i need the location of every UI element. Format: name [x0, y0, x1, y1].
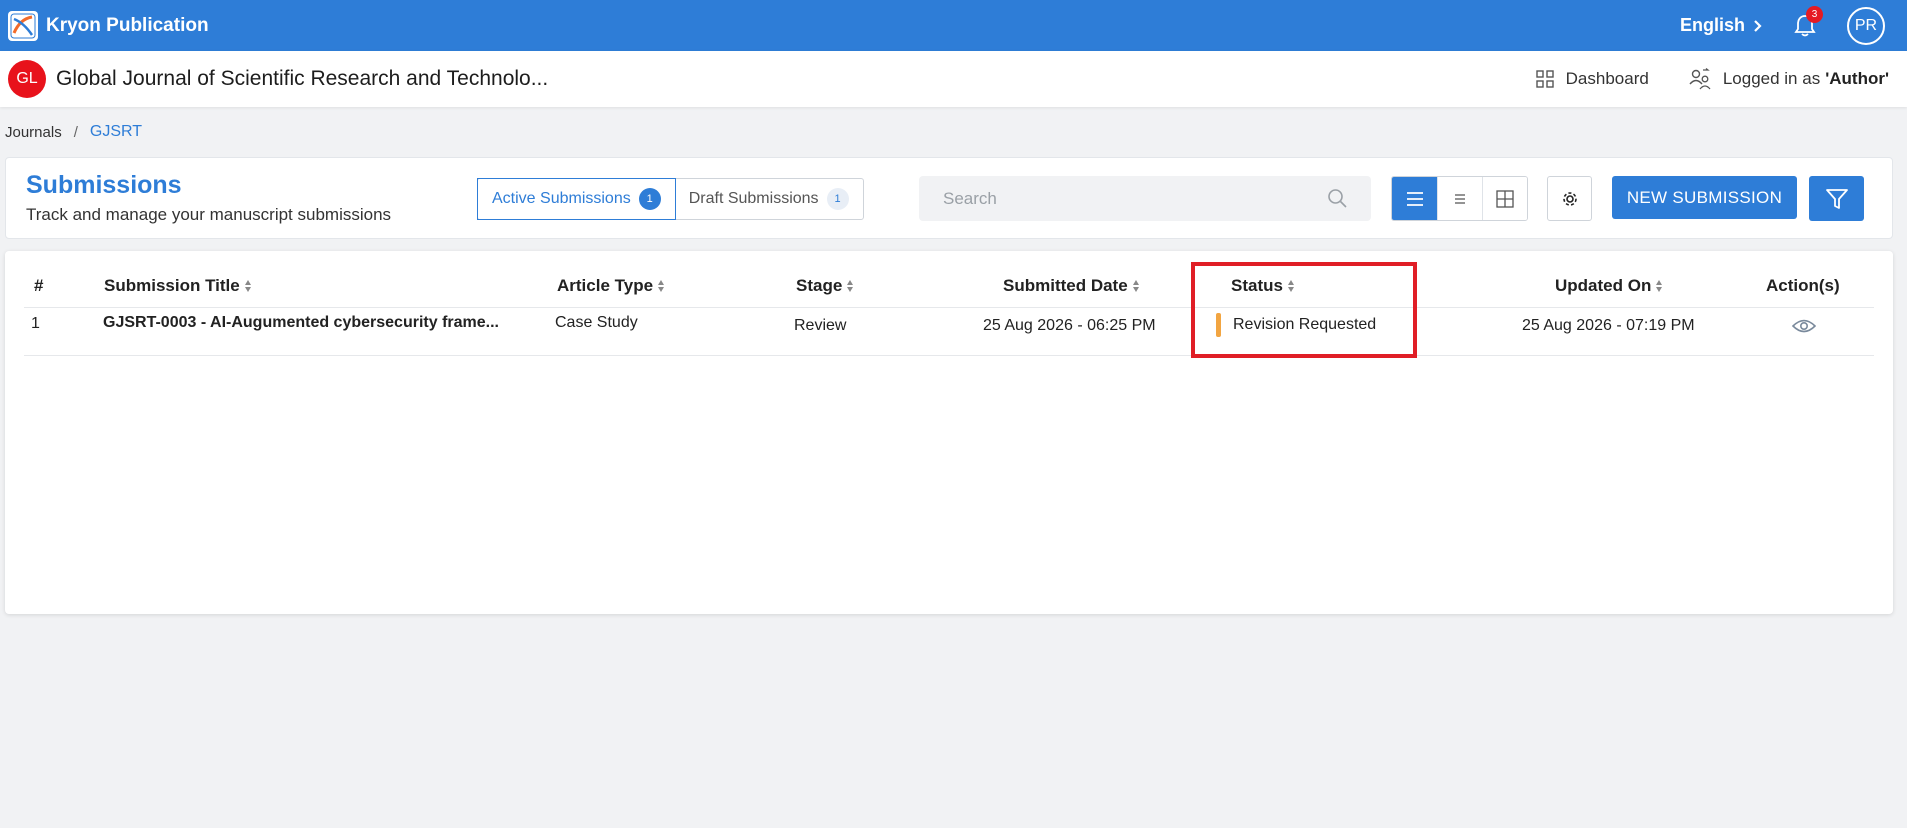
filter-icon	[1825, 188, 1848, 209]
gear-icon	[1562, 191, 1577, 206]
breadcrumb-journals[interactable]: Journals	[5, 124, 62, 141]
tab-count-badge: 1	[638, 188, 661, 210]
tab-draft-submissions[interactable]: Draft Submissions 1	[675, 179, 863, 219]
submissions-table: # Submission Title Article Type Stage Su…	[5, 251, 1893, 614]
row-divider	[24, 355, 1874, 356]
page-title: Submissions	[26, 171, 182, 199]
column-label: #	[34, 276, 44, 295]
dashboard-link[interactable]: Dashboard	[1535, 69, 1649, 89]
journal-logo: GL	[8, 60, 46, 98]
column-header-title[interactable]: Submission Title	[104, 276, 252, 296]
column-label: Action(s)	[1766, 276, 1840, 295]
breadcrumb-separator: /	[73, 123, 78, 141]
column-label: Article Type	[557, 276, 654, 295]
column-header-article-type[interactable]: Article Type	[557, 276, 665, 296]
view-eye-icon[interactable]	[1792, 318, 1816, 334]
submission-tabs: Active Submissions 1 Draft Submissions 1	[477, 178, 864, 220]
logged-in-role: Logged in as 'Author'	[1689, 68, 1889, 90]
column-label: Submission Title	[104, 276, 240, 295]
filter-button[interactable]	[1809, 176, 1864, 221]
column-header-updated-on[interactable]: Updated On	[1555, 276, 1663, 296]
new-submission-button[interactable]: NEW SUBMISSION	[1612, 176, 1797, 219]
sort-icon	[658, 280, 665, 292]
row-title[interactable]: GJSRT-0003 - AI-Augumented cybersecurity…	[103, 314, 499, 332]
language-selector[interactable]: English	[1680, 15, 1763, 36]
column-header-actions: Action(s)	[1766, 276, 1840, 296]
logged-in-prefix: Logged in as	[1722, 69, 1821, 88]
search-icon[interactable]	[1327, 188, 1347, 208]
breadcrumb: Journals / GJSRT	[5, 123, 142, 141]
status-highlight-box	[1191, 262, 1417, 358]
submissions-toolbar: Submissions Track and manage your manusc…	[5, 157, 1893, 239]
sort-icon	[1656, 280, 1663, 292]
sort-icon	[847, 280, 854, 292]
row-updated-on: 25 Aug 2026 - 07:19 PM	[1522, 317, 1695, 334]
breadcrumb-gjsrt[interactable]: GJSRT	[90, 123, 142, 141]
search-input[interactable]	[919, 188, 1309, 209]
row-article-type: Case Study	[555, 314, 638, 331]
notifications-button[interactable]: 3	[1791, 5, 1823, 40]
sort-icon	[1132, 280, 1139, 292]
column-header-stage[interactable]: Stage	[796, 276, 854, 296]
top-app-bar: Kryon Publication English 3 PR	[0, 0, 1907, 51]
users-switch-icon	[1689, 68, 1711, 90]
journal-title: Global Journal of Scientific Research an…	[56, 67, 549, 90]
row-submitted-date: 25 Aug 2026 - 06:25 PM	[983, 317, 1156, 334]
logged-in-role-value: 'Author'	[1825, 69, 1889, 88]
column-label: Updated On	[1555, 276, 1652, 295]
tab-label: Draft Submissions	[688, 190, 819, 207]
page-subtitle: Track and manage your manuscript submiss…	[26, 205, 392, 224]
row-stage: Review	[794, 317, 847, 334]
column-header-number: #	[34, 276, 43, 296]
view-toggle-group	[1391, 176, 1528, 221]
language-label: English	[1679, 15, 1745, 35]
tab-count-badge: 1	[826, 188, 849, 210]
search-box	[919, 176, 1371, 221]
chevron-right-icon	[1754, 19, 1762, 32]
journal-header: GL Global Journal of Scientific Research…	[0, 51, 1907, 107]
list-view-button[interactable]	[1392, 177, 1437, 220]
list-icon	[1406, 191, 1423, 206]
app-name: Kryon Publication	[46, 14, 209, 36]
settings-button[interactable]	[1547, 176, 1592, 221]
row-number: 1	[31, 315, 40, 332]
column-label: Stage	[796, 276, 843, 295]
kryon-logo-icon	[8, 10, 38, 41]
header-divider	[24, 307, 1874, 308]
column-label: Submitted Date	[1003, 276, 1128, 295]
compact-list-icon	[1455, 193, 1465, 204]
grid-table-icon	[1496, 189, 1514, 208]
notification-badge: 3	[1806, 5, 1823, 23]
column-header-submitted-date[interactable]: Submitted Date	[1003, 276, 1140, 296]
tab-label: Active Submissions	[492, 190, 631, 207]
grid-view-button[interactable]	[1482, 177, 1527, 220]
compact-view-button[interactable]	[1437, 177, 1482, 220]
sort-icon	[244, 280, 251, 292]
dashboard-label: Dashboard	[1565, 69, 1649, 88]
tab-active-submissions[interactable]: Active Submissions 1	[477, 178, 676, 220]
grid-icon	[1535, 70, 1554, 88]
brand[interactable]: Kryon Publication	[8, 10, 209, 41]
user-avatar[interactable]: PR	[1847, 6, 1885, 45]
